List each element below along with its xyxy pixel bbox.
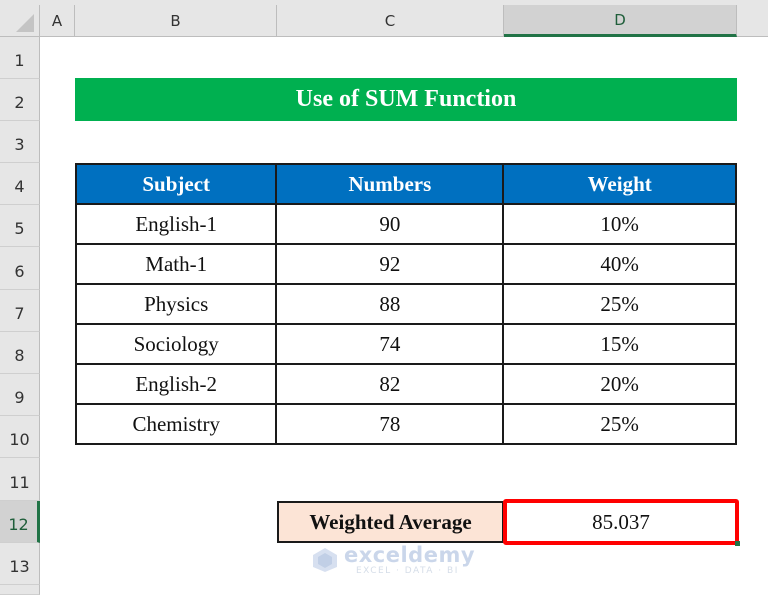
header-weight[interactable]: Weight — [502, 163, 737, 205]
row-header-3[interactable]: 3 — [0, 121, 40, 163]
column-header-e[interactable] — [737, 5, 768, 37]
row-header-14[interactable] — [0, 585, 40, 595]
weight-cell[interactable]: 10% — [502, 203, 737, 245]
watermark-brand: exceldemy — [344, 543, 476, 567]
table-row: Chemistry 78 25% — [74, 403, 737, 445]
number-cell[interactable]: 88 — [275, 283, 505, 325]
weight-cell[interactable]: 20% — [502, 363, 737, 405]
row-header-8[interactable]: 8 — [0, 332, 40, 374]
row-header-1[interactable]: 1 — [0, 37, 40, 79]
row-header-2[interactable]: 2 — [0, 79, 40, 121]
table-row: English-1 90 10% — [74, 203, 737, 245]
select-all-button[interactable] — [0, 5, 40, 37]
row-header-11[interactable]: 11 — [0, 458, 40, 501]
row-header-10[interactable]: 10 — [0, 416, 40, 458]
table-row: Math-1 92 40% — [74, 243, 737, 285]
column-header-c[interactable]: C — [277, 5, 504, 37]
row-header-9[interactable]: 9 — [0, 374, 40, 416]
weighted-average-value-cell[interactable]: 85.037 — [503, 499, 739, 545]
watermark-tagline: EXCEL · DATA · BI — [356, 566, 459, 576]
subject-cell[interactable]: Math-1 — [74, 243, 278, 285]
column-header-a[interactable]: A — [40, 5, 75, 37]
subject-cell[interactable]: English-1 — [74, 203, 278, 245]
table-row: English-2 82 20% — [74, 363, 737, 405]
row-header-13[interactable]: 13 — [0, 543, 40, 585]
number-cell[interactable]: 78 — [275, 403, 505, 445]
table-row: Sociology 74 15% — [74, 323, 737, 365]
subject-cell[interactable]: English-2 — [74, 363, 278, 405]
subject-cell[interactable]: Sociology — [74, 323, 278, 365]
row-header-6[interactable]: 6 — [0, 247, 40, 290]
subject-cell[interactable]: Chemistry — [74, 403, 278, 445]
column-header-b[interactable]: B — [75, 5, 277, 37]
row-header-4[interactable]: 4 — [0, 163, 40, 205]
row-header-5[interactable]: 5 — [0, 205, 40, 247]
sheet-title-cell[interactable]: Use of SUM Function — [75, 78, 737, 121]
weight-cell[interactable]: 15% — [502, 323, 737, 365]
subject-table: Subject Numbers Weight English-1 90 10% … — [74, 163, 737, 445]
row-header-12[interactable]: 12 — [0, 501, 40, 543]
number-cell[interactable]: 90 — [275, 203, 505, 245]
weight-cell[interactable]: 25% — [502, 283, 737, 325]
table-header-row: Subject Numbers Weight — [74, 163, 737, 205]
header-subject[interactable]: Subject — [74, 163, 278, 205]
weight-cell[interactable]: 40% — [502, 243, 737, 285]
column-header-d[interactable]: D — [504, 5, 737, 37]
weight-cell[interactable]: 25% — [502, 403, 737, 445]
row-header-7[interactable]: 7 — [0, 290, 40, 332]
exceldemy-logo-icon — [313, 548, 337, 572]
number-cell[interactable]: 82 — [275, 363, 505, 405]
header-numbers[interactable]: Numbers — [275, 163, 505, 205]
fill-handle[interactable] — [735, 541, 740, 546]
exceldemy-watermark: exceldemy EXCEL · DATA · BI — [312, 543, 475, 579]
select-all-icon — [16, 14, 34, 32]
table-row: Physics 88 25% — [74, 283, 737, 325]
number-cell[interactable]: 74 — [275, 323, 505, 365]
weighted-average-label[interactable]: Weighted Average — [277, 501, 504, 543]
subject-cell[interactable]: Physics — [74, 283, 278, 325]
number-cell[interactable]: 92 — [275, 243, 505, 285]
